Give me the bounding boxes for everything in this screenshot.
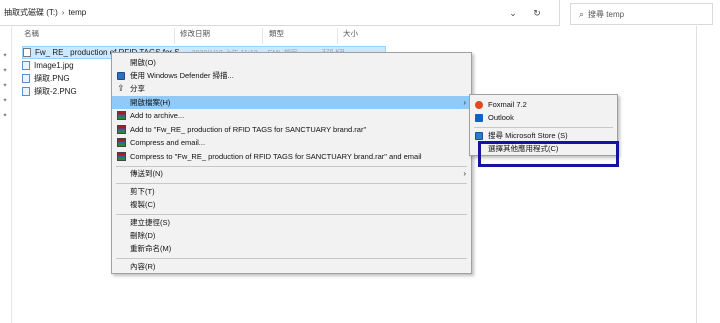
menu-separator [116,214,467,215]
submenu-item-foxmail[interactable]: Foxmail 7.2 [470,98,617,111]
file-name: 擷取-2.PNG [34,87,77,96]
menu-item-properties[interactable]: 內容(R) [112,260,471,273]
column-separator[interactable] [174,28,175,44]
pin-icon[interactable]: ✦ [0,52,10,67]
store-icon [475,131,483,140]
menu-separator [474,127,613,128]
image-file-icon [22,74,30,83]
pin-icon[interactable]: ✦ [0,67,10,82]
refresh-icon[interactable]: ↻ [530,8,544,19]
nav-pane-divider [11,26,12,323]
address-buttons: ⌄ ↻ [506,0,544,26]
menu-item-delete[interactable]: 刪除(D) [112,229,471,242]
pin-icon[interactable]: ✦ [0,112,10,127]
column-separator[interactable] [262,28,263,44]
column-header-name[interactable]: 名稱 [24,28,39,42]
winrar-icon [116,125,126,134]
menu-separator [116,183,467,184]
file-name: Image1.jpg [34,61,74,70]
pin-icon[interactable]: ✦ [0,97,10,112]
chevron-right-icon: › [463,98,466,107]
pin-icon[interactable]: ✦ [0,82,10,97]
image-file-icon [22,87,30,96]
share-icon: ⇪ [117,83,125,93]
winrar-icon [116,138,126,147]
address-folder[interactable]: temp [68,8,86,17]
column-header-type[interactable]: 類型 [269,28,284,42]
column-header-size[interactable]: 大小 [343,28,358,42]
file-row[interactable]: 擷取-2.PNG [22,85,77,98]
image-file-icon [22,61,30,70]
column-separator[interactable] [337,28,338,44]
winrar-icon [116,152,126,161]
menu-item-share[interactable]: ⇪ 分享 [112,82,471,95]
menu-item-compress-email[interactable]: Compress and email... [112,136,471,149]
search-input[interactable]: 搜尋 temp [588,9,624,20]
breadcrumb-chevron-icon: › [61,8,65,17]
menu-item-open[interactable]: 開啟(O) [112,56,471,69]
menu-item-add-archive[interactable]: Add to archive... [112,109,471,122]
menu-separator [116,258,467,259]
winrar-icon [116,111,126,120]
file-name: 擷取.PNG [34,74,70,83]
column-header-modified[interactable]: 修改日期 [180,28,210,42]
annotation-highlight-box [478,141,619,167]
quick-access-pins: ✦ ✦ ✦ ✦ ✦ [0,52,10,127]
email-file-icon [23,48,31,57]
menu-item-compress-to-rar-email[interactable]: Compress to "Fw_RE_ production of RFID T… [112,150,471,163]
defender-icon [117,71,125,80]
menu-item-create-shortcut[interactable]: 建立捷徑(S) [112,216,471,229]
address-dropdown-icon[interactable]: ⌄ [506,8,520,19]
menu-item-copy[interactable]: 複製(C) [112,198,471,211]
address-drive[interactable]: 抽取式磁碟 (T:) [4,7,58,18]
menu-item-send-to[interactable]: 傳送到(N) › [112,167,471,180]
address-bar[interactable]: 抽取式磁碟 (T:) › temp [0,0,560,26]
file-row[interactable]: 擷取.PNG [22,72,70,85]
foxmail-icon [475,100,483,109]
scrollbar-track[interactable] [696,26,697,323]
menu-item-add-to-rar[interactable]: Add to "Fw_RE_ production of RFID TAGS f… [112,123,471,136]
search-box[interactable]: ⌕ 搜尋 temp [570,3,713,25]
search-icon: ⌕ [579,8,585,19]
menu-item-open-with[interactable]: 開啟檔案(H) › [112,96,471,109]
menu-item-rename[interactable]: 重新命名(M) [112,242,471,255]
chevron-right-icon: › [463,169,466,178]
menu-item-defender-scan[interactable]: 使用 Windows Defender 掃描... [112,69,471,82]
submenu-item-outlook[interactable]: Outlook [470,111,617,124]
file-row[interactable]: Image1.jpg [22,59,74,72]
outlook-icon [475,113,483,122]
context-menu: 開啟(O) 使用 Windows Defender 掃描... ⇪ 分享 開啟檔… [111,52,472,274]
menu-item-cut[interactable]: 剪下(T) [112,185,471,198]
